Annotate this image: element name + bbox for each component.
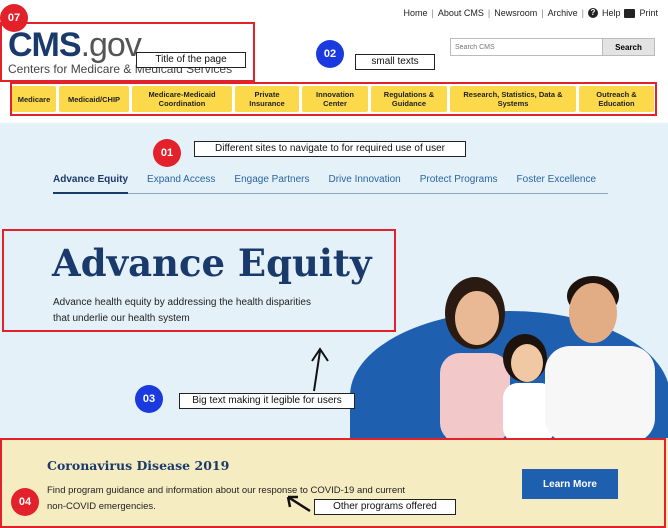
home-link[interactable]: Home [404, 8, 428, 18]
nav-item-medicare-medicaid-coordination[interactable]: Medicare-Medicaid Coordination [132, 86, 232, 112]
about-cms-link[interactable]: About CMS [438, 8, 484, 18]
print-icon[interactable] [624, 8, 636, 18]
utility-bar: Home | About CMS | Newsroom | Archive | … [404, 8, 658, 18]
annotation-arrow-left [286, 495, 311, 513]
nav-item-research-statistics[interactable]: Research, Statistics, Data & Systems [450, 86, 576, 112]
annotation-note-nav: Different sites to navigate to for requi… [194, 141, 466, 157]
tab-foster-excellence[interactable]: Foster Excellence [517, 174, 596, 185]
tab-advance-equity[interactable]: Advance Equity [53, 174, 129, 194]
archive-link[interactable]: Archive [548, 8, 578, 18]
nav-item-outreach-education[interactable]: Outreach & Education [579, 86, 654, 112]
help-link[interactable]: Help [602, 8, 621, 18]
annotation-marker-03: 03 [135, 385, 163, 413]
annotation-arrow-up [311, 347, 329, 392]
hero-description: Advance health equity by addressing the … [53, 297, 311, 324]
annotation-marker-04: 04 [11, 488, 39, 516]
nav-item-innovation-center[interactable]: Innovation Center [302, 86, 368, 112]
section-tabs: Advance Equity Expand Access Engage Part… [53, 174, 608, 194]
learn-more-button[interactable]: Learn More [522, 469, 618, 499]
nav-item-medicaid-chip[interactable]: Medicaid/CHIP [59, 86, 129, 112]
tab-expand-access[interactable]: Expand Access [147, 174, 215, 185]
print-link[interactable]: Print [639, 8, 658, 18]
search-bar: Search [450, 38, 655, 56]
search-button[interactable]: Search [603, 38, 655, 56]
tab-protect-programs[interactable]: Protect Programs [420, 174, 498, 185]
divider: | [487, 8, 491, 18]
covid-title: Coronavirus Disease 2019 [47, 458, 230, 473]
nav-item-medicare[interactable]: Medicare [12, 86, 56, 112]
search-input[interactable] [450, 38, 603, 56]
nav-item-regulations-guidance[interactable]: Regulations & Guidance [371, 86, 447, 112]
annotation-note-title: Title of the page [136, 52, 246, 68]
logo-main: CMS [8, 26, 82, 64]
main-nav: Medicare Medicaid/CHIP Medicare-Medicaid… [12, 86, 654, 112]
help-icon[interactable]: ? [587, 8, 598, 18]
annotation-note-big-text: Big text making it legible for users [179, 393, 355, 409]
tab-drive-innovation[interactable]: Drive Innovation [328, 174, 400, 185]
divider: | [581, 8, 584, 18]
logo-gov: .gov [80, 26, 142, 64]
divider: | [541, 8, 544, 18]
nav-item-private-insurance[interactable]: Private Insurance [235, 86, 299, 112]
annotation-marker-07: 07 [0, 4, 28, 32]
hero-title: Advance Equity [52, 241, 372, 285]
newsroom-link[interactable]: Newsroom [494, 8, 537, 18]
tab-engage-partners[interactable]: Engage Partners [234, 174, 309, 185]
annotation-marker-01: 01 [153, 139, 181, 167]
family-photo [440, 276, 655, 438]
divider: | [431, 8, 434, 18]
annotation-note-other-programs: Other programs offered [314, 499, 456, 515]
annotation-marker-02: 02 [316, 40, 344, 68]
annotation-note-small-texts: small texts [355, 54, 435, 70]
